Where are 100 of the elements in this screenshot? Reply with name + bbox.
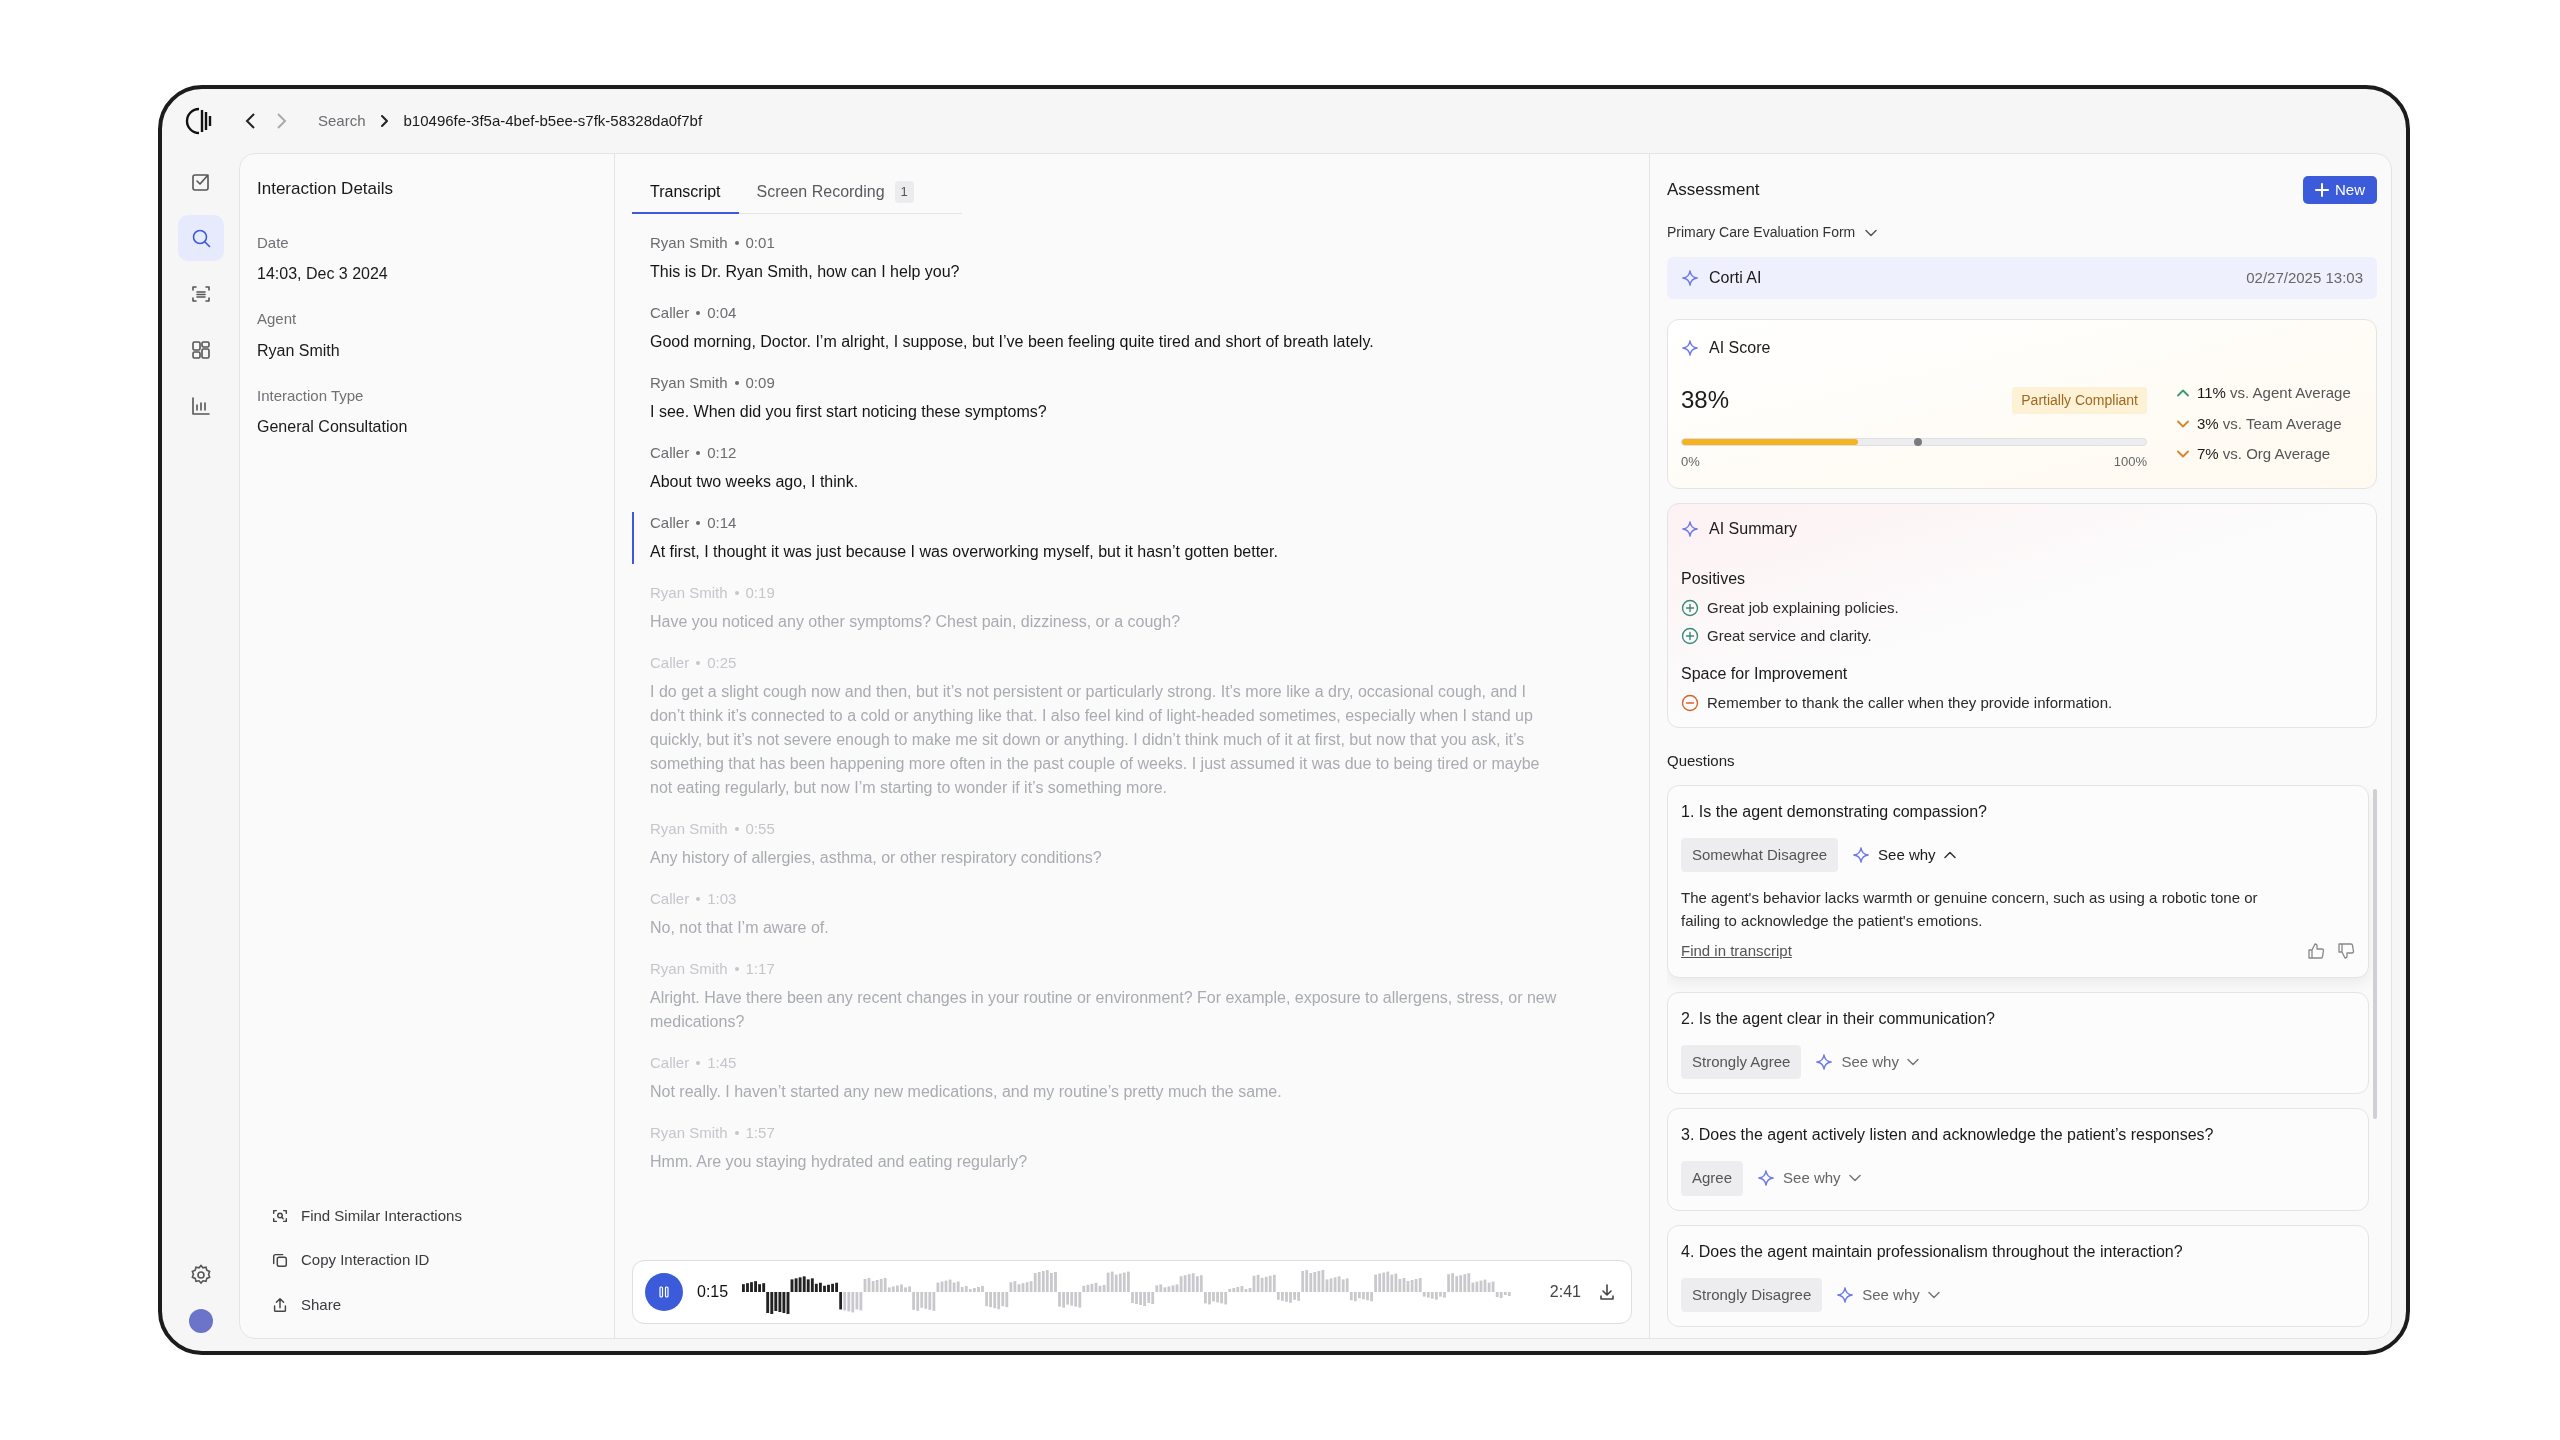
chevron-right-icon	[379, 114, 390, 128]
field-value: 14:03, Dec 3 2024	[257, 264, 389, 284]
transcript-text: No, not that I’m aware of.	[650, 918, 830, 938]
minus-circle-icon	[1681, 693, 1699, 712]
speaker-name: Caller	[650, 303, 690, 323]
question-text: 3. Does the agent actively listen and acknowledge the patient’s responses?	[1681, 1125, 2215, 1145]
comparison-text: 3% vs. Team Average	[2197, 413, 2342, 434]
chevron-down-icon	[1927, 1290, 1940, 1299]
section-heading: Positives	[1681, 568, 1747, 589]
field-label: Agent	[257, 309, 298, 329]
see-why-toggle[interactable]: See why	[1815, 1050, 1919, 1073]
breadcrumb-current: b10496fe-3f5a-4bef-b5ee-s7fk-58328da0f7bf	[403, 110, 703, 131]
field-value: Ryan Smith	[257, 340, 341, 361]
question-text: 4. Does the agent maintain professionalism throughout the interaction?	[1681, 1241, 2184, 1262]
answer-tag: Strongly Disagree	[1681, 1277, 1823, 1312]
plus-circle-icon	[1681, 627, 1699, 646]
download-icon	[1597, 1282, 1617, 1302]
sparkle-icon	[1815, 1052, 1834, 1071]
evaluator-name: Corti AI	[1709, 268, 1762, 288]
timestamp: 0:01	[745, 233, 775, 253]
average-marker	[1914, 438, 1922, 446]
answer-tag: Strongly Agree	[1681, 1044, 1802, 1079]
timestamp: 0:09	[745, 373, 775, 393]
count-badge: 1	[894, 181, 914, 203]
plus-circle-icon	[1681, 598, 1699, 617]
transcript-text: I do get a slight cough now and then, but it’s not persistent or particularly strong. It’s more like a dry, occasional cough, and I don’t think it’s connected to a cold or anything like that. I also feel kind of light-headed sometimes, especially when I stand up quickly, but it’s not severe enough to make me sit down or anything. I didn’t think much of it at first, but now that you ask, it’s something that has been happening more often in the past couple of weeks. I just assumed it was due to being tired or maybe not eating regularly, but now I’m starting to wonder if it’s something more.	[650, 682, 1541, 798]
share-icon	[271, 1295, 289, 1314]
logo-icon	[184, 106, 214, 136]
speaker-name: Ryan Smith	[650, 233, 728, 253]
chevron-down-icon	[1865, 228, 1878, 237]
chevron-down-icon	[1906, 1057, 1919, 1066]
thumbs-up-button[interactable]	[2307, 942, 2325, 961]
transcript-text: Good morning, Doctor. I’m alright, I suppose, but I’ve been feeling quite tired and short of breath lately.	[650, 332, 1375, 352]
transcript-text: I see. When did you first start noticing these symptoms?	[650, 402, 1048, 422]
section-heading: Space for Improvement	[1681, 663, 1849, 684]
transcript-text: Any history of allergies, asthma, or other respiratory conditions?	[650, 848, 1103, 868]
scale-label: 0%	[1681, 453, 1700, 471]
transcript-text: About two weeks ago, I think.	[650, 472, 860, 492]
timestamp: 0:14	[707, 513, 737, 533]
form-dropdown[interactable]: Primary Care Evaluation Form	[1667, 222, 1878, 243]
waveform[interactable]	[742, 1270, 1513, 1314]
chevron-down-icon	[1848, 1174, 1861, 1183]
pause-button[interactable]	[645, 1273, 683, 1311]
sparkle-icon	[1836, 1285, 1855, 1304]
sparkle-icon	[1681, 519, 1699, 538]
thumbs-down-button[interactable]	[2337, 942, 2355, 961]
thumbs-up-icon	[2307, 942, 2325, 961]
evaluation-date: 02/27/2025 13:03	[2246, 267, 2363, 288]
thumbs-down-icon	[2337, 942, 2355, 961]
card-title: AI Summary	[1709, 518, 1797, 539]
copy-icon	[271, 1251, 289, 1270]
section-heading: Questions	[1667, 751, 1736, 771]
summary-item: Remember to thank the caller when they provide information.	[1707, 692, 2113, 713]
sparkle-icon	[1681, 269, 1699, 287]
comparison-text: 7% vs. Org Average	[2197, 444, 2331, 464]
settings-icon[interactable]	[188, 1263, 213, 1287]
speaker-name: Ryan Smith	[650, 373, 728, 393]
transcript-text: At first, I thought it was just because I was overworking myself, but it hasn’t gotten better.	[650, 542, 1279, 562]
action-link[interactable]: Copy Interaction ID	[271, 1249, 597, 1272]
panel-title: Interaction Details	[257, 178, 395, 200]
summary-item: Great service and clarity.	[1707, 626, 1872, 646]
plus-icon	[2315, 183, 2329, 197]
chevron-right-icon	[276, 112, 288, 130]
nav-button[interactable]	[177, 215, 224, 261]
avatar[interactable]	[188, 1309, 213, 1333]
scrollbar[interactable]	[2373, 788, 2377, 1119]
scale-label: 100%	[2113, 453, 2147, 471]
transcript-link[interactable]: Find in transcript	[1681, 940, 1792, 963]
score-value: 38%	[1681, 385, 1730, 415]
panel-title: Assessment	[1667, 179, 1760, 202]
action-link[interactable]: Share	[271, 1293, 597, 1316]
speaker-name: Caller	[650, 513, 690, 533]
transcript-text: Have you noticed any other symptoms? Chest pain, dizziness, or a cough?	[650, 612, 1182, 632]
new-button[interactable]: New	[2303, 176, 2377, 204]
see-why-toggle[interactable]: See why	[1836, 1283, 1940, 1306]
question-text: 2. Is the agent clear in their communication?	[1681, 1008, 1996, 1029]
status-badge: Partially Compliant	[2012, 386, 2147, 414]
field-value: General Consultation	[257, 417, 409, 437]
breadcrumb-link[interactable]: Search	[318, 109, 366, 133]
timestamp: 0:04	[707, 303, 737, 323]
tab[interactable]: Transcript	[632, 172, 739, 214]
duration-time: 2:41	[1549, 1282, 1581, 1302]
chevron-left-icon	[244, 112, 256, 130]
answer-tag: Somewhat Disagree	[1681, 837, 1839, 872]
see-why-toggle[interactable]: See why	[1852, 843, 1956, 866]
transcript-text: Alright. Have there been any recent changes in your routine or environment? For example, exposure to allergens, stress, or new medications?	[650, 988, 1558, 1032]
chevron-up-icon	[1943, 850, 1956, 859]
field-label: Interaction Type	[257, 385, 365, 406]
action-link[interactable]: Find Similar Interactions	[271, 1204, 597, 1227]
transcript-text: Hmm. Are you staying hydrated and eating regularly?	[650, 1152, 1029, 1172]
pause-icon	[657, 1285, 671, 1299]
speaker-name: Caller	[650, 443, 690, 463]
question-text: 1. Is the agent demonstrating compassion?	[1681, 801, 1988, 822]
elapsed-time: 0:15	[697, 1282, 729, 1302]
field-label: Date	[257, 232, 290, 253]
tab[interactable]: Screen Recording 1	[738, 172, 932, 214]
transcript-text: Not really. I haven’t started any new medications, and my routine’s pretty much the same.	[650, 1082, 1283, 1102]
sparkle-icon	[1681, 339, 1699, 357]
sparkle-icon	[1757, 1169, 1776, 1188]
see-why-toggle[interactable]: See why	[1757, 1167, 1861, 1190]
